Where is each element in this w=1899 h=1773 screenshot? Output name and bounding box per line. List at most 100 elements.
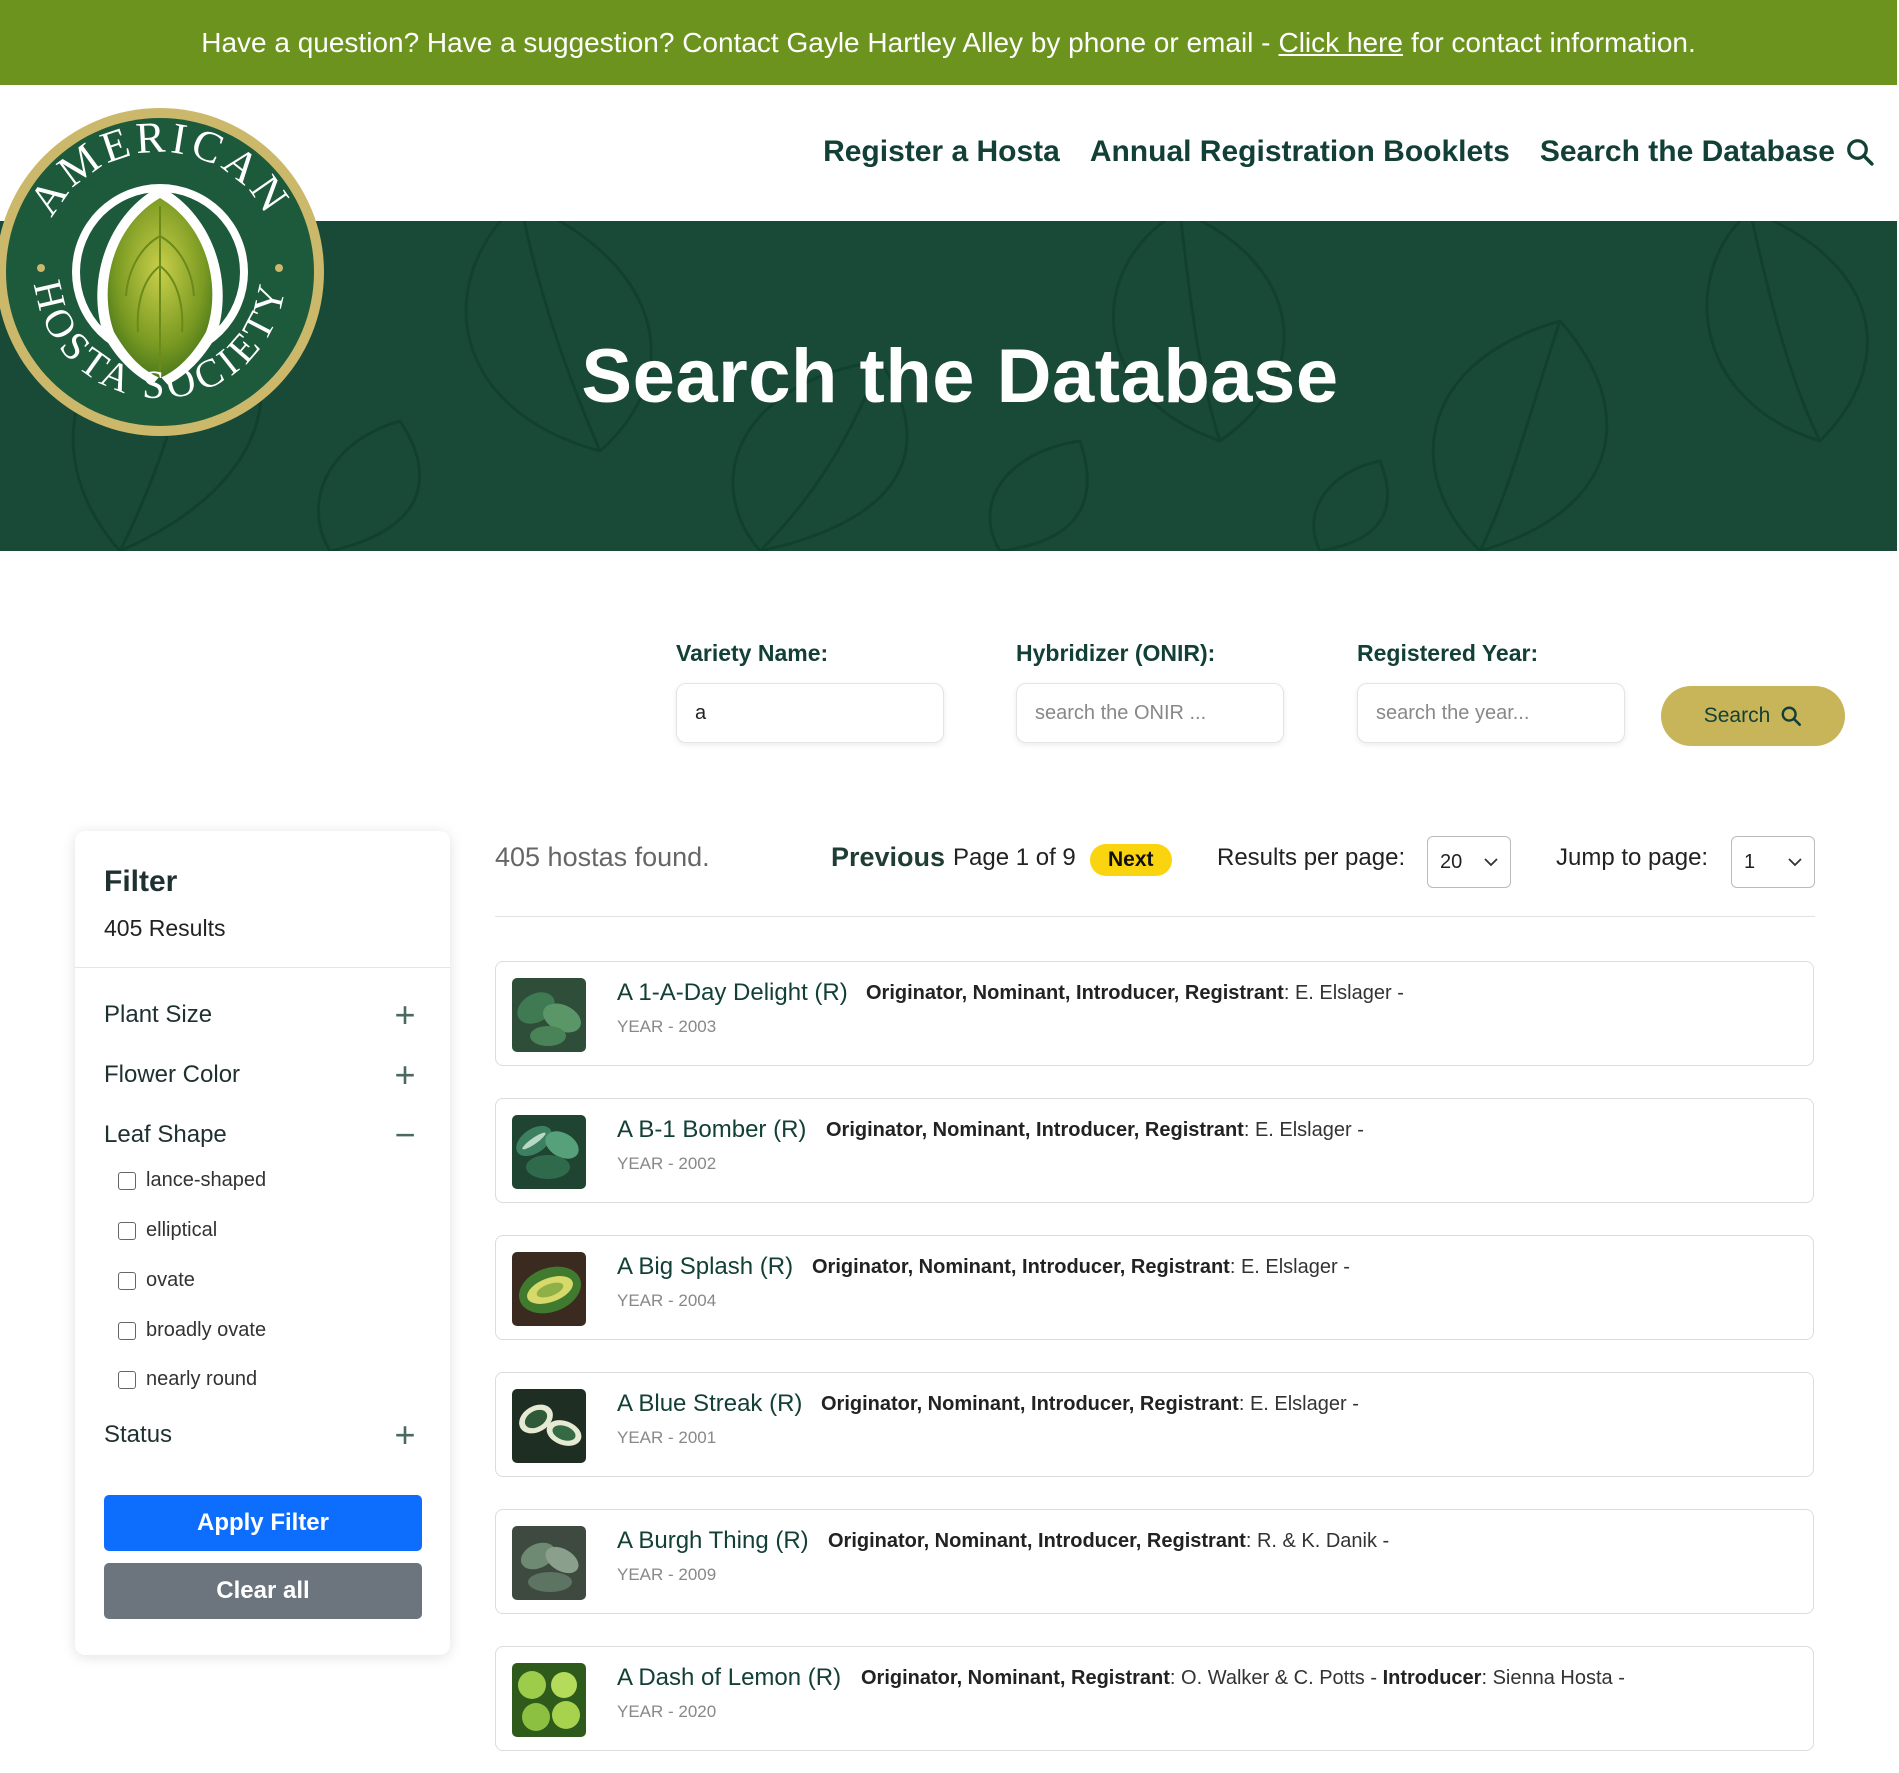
facet-status[interactable]: Status +	[104, 1415, 420, 1455]
hosta-credits: Originator, Nominant, Introducer, Regist…	[821, 1393, 1359, 1416]
hosta-thumbnail	[512, 1252, 586, 1326]
facet-label: Status	[104, 1421, 173, 1448]
clear-all-button[interactable]: Clear all	[104, 1563, 422, 1619]
credit-roles: Originator, Nominant, Introducer, Regist…	[821, 1393, 1239, 1415]
hosta-year: YEAR - 2004	[617, 1291, 717, 1310]
search-form: Variety Name: Hybridizer (ONIR): Registe…	[0, 640, 1897, 750]
jump-to-page-label: Jump to page:	[1556, 844, 1709, 871]
credit-names: : E. Elslager -	[1283, 982, 1404, 1004]
banner-text: Have a question? Have a suggestion? Cont…	[201, 26, 1271, 58]
expand-icon[interactable]: +	[390, 1057, 420, 1093]
jump-to-page-select[interactable]: 1	[1731, 836, 1815, 888]
filter-result-count: 405 Results	[104, 915, 226, 941]
nav-registration-booklets[interactable]: Annual Registration Booklets	[1090, 135, 1510, 169]
leaf-option[interactable]: nearly round	[118, 1368, 257, 1391]
option-label: elliptical	[146, 1219, 218, 1241]
hosta-credits: Originator, Nominant, Introducer, Regist…	[826, 1119, 1364, 1142]
variety-label: Variety Name:	[676, 640, 829, 666]
hosta-thumbnail	[512, 1115, 586, 1189]
apply-filter-button[interactable]: Apply Filter	[104, 1495, 422, 1551]
facet-plant-size[interactable]: Plant Size +	[104, 995, 420, 1035]
nav-search-label: Search the Database	[1539, 135, 1835, 168]
results-count: 405 hostas found.	[495, 842, 710, 872]
page-indicator: Page 1 of 9	[953, 844, 1076, 871]
filter-panel: Filter 405 Results Plant Size + Flower C…	[75, 831, 450, 1655]
leaf-option[interactable]: ovate	[118, 1269, 195, 1292]
facet-leaf-shape[interactable]: Leaf Shape −	[104, 1115, 420, 1155]
checkbox[interactable]	[118, 1271, 136, 1290]
hosta-name[interactable]: A Dash of Lemon (R)	[617, 1664, 841, 1692]
variety-input[interactable]	[676, 683, 944, 743]
nav-search-database[interactable]: Search the Database	[1540, 135, 1875, 169]
credit-roles: Originator, Nominant, Introducer, Regist…	[828, 1530, 1246, 1552]
hosta-name[interactable]: A B-1 Bomber (R)	[617, 1116, 806, 1144]
next-page-button[interactable]: Next	[1090, 844, 1172, 876]
hosta-year: YEAR - 2009	[617, 1565, 717, 1584]
hybridizer-label: Hybridizer (ONIR):	[1016, 640, 1216, 666]
leaf-option[interactable]: lance-shaped	[118, 1169, 266, 1192]
credit-names: : E. Elslager -	[1243, 1119, 1364, 1141]
previous-page-link[interactable]: Previous	[831, 842, 945, 873]
variety-field: Variety Name:	[676, 640, 944, 743]
result-card[interactable]: A B-1 Bomber (R) Originator, Nominant, I…	[495, 1098, 1814, 1203]
ahs-logo[interactable]: AMERICAN HOSTA SOCIETY	[0, 106, 326, 438]
result-card[interactable]: A Blue Streak (R) Originator, Nominant, …	[495, 1372, 1814, 1477]
chevron-down-icon	[1788, 858, 1802, 867]
hosta-name[interactable]: A 1-A-Day Delight (R)	[617, 979, 848, 1007]
hosta-year: YEAR - 2003	[617, 1017, 717, 1036]
hybridizer-field: Hybridizer (ONIR):	[1016, 640, 1284, 743]
select-value: 20	[1440, 850, 1463, 873]
facet-label: Leaf Shape	[104, 1121, 227, 1148]
hosta-thumbnail	[512, 1663, 586, 1737]
hybridizer-input[interactable]	[1016, 683, 1284, 743]
hosta-name[interactable]: A Big Splash (R)	[617, 1253, 793, 1281]
hosta-name[interactable]: A Burgh Thing (R)	[617, 1527, 809, 1555]
expand-icon[interactable]: +	[390, 997, 420, 1033]
hosta-credits: Originator, Nominant, Introducer, Regist…	[866, 982, 1404, 1005]
search-button[interactable]: Search	[1661, 686, 1845, 746]
credit-names: : E. Elslager -	[1238, 1393, 1359, 1415]
result-card[interactable]: A 1-A-Day Delight (R) Originator, Nomina…	[495, 961, 1814, 1066]
contact-banner: Have a question? Have a suggestion? Cont…	[0, 0, 1897, 85]
option-label: lance-shaped	[146, 1169, 267, 1191]
hosta-year: YEAR - 2002	[617, 1154, 717, 1173]
expand-icon[interactable]: +	[390, 1417, 420, 1453]
hosta-credits: Originator, Nominant, Introducer, Regist…	[812, 1256, 1350, 1279]
year-label: Registered Year:	[1357, 640, 1539, 666]
hosta-name[interactable]: A Blue Streak (R)	[617, 1390, 802, 1418]
option-label: ovate	[146, 1269, 195, 1291]
credit-names: : R. & K. Danik -	[1245, 1530, 1390, 1552]
option-label: nearly round	[146, 1368, 258, 1390]
result-card[interactable]: A Big Splash (R) Originator, Nominant, I…	[495, 1235, 1814, 1340]
hosta-thumbnail	[512, 1389, 586, 1463]
result-card[interactable]: A Burgh Thing (R) Originator, Nominant, …	[495, 1509, 1814, 1614]
year-input[interactable]	[1357, 683, 1625, 743]
checkbox[interactable]	[118, 1221, 136, 1240]
hosta-credits: Originator, Nominant, Introducer, Regist…	[828, 1530, 1389, 1553]
results-toolbar: 405 hostas found. Previous Page 1 of 9 N…	[495, 836, 1815, 917]
results-per-page-select[interactable]: 20	[1427, 836, 1511, 888]
hosta-thumbnail	[512, 978, 586, 1052]
leaf-option[interactable]: broadly ovate	[118, 1319, 266, 1342]
credit-names: : E. Elslager -	[1229, 1256, 1350, 1278]
result-card[interactable]: A Dash of Lemon (R) Originator, Nominant…	[495, 1646, 1814, 1751]
credit-roles: Originator, Nominant, Introducer, Regist…	[812, 1256, 1230, 1278]
checkbox[interactable]	[118, 1171, 136, 1190]
facet-flower-color[interactable]: Flower Color +	[104, 1055, 420, 1095]
checkbox[interactable]	[118, 1321, 136, 1340]
option-label: broadly ovate	[146, 1319, 267, 1341]
leaf-option[interactable]: elliptical	[118, 1219, 217, 1242]
checkbox[interactable]	[118, 1370, 136, 1389]
search-icon	[1847, 139, 1874, 166]
credit-roles: Originator, Nominant, Registrant	[861, 1667, 1170, 1689]
nav-register-hosta[interactable]: Register a Hosta	[823, 135, 1060, 169]
contact-link[interactable]: Click here	[1278, 27, 1402, 59]
filter-header: Filter 405 Results	[75, 831, 450, 968]
credit-roles: Originator, Nominant, Introducer, Regist…	[866, 982, 1284, 1004]
credit-names: : O. Walker & C. Potts -	[1169, 1667, 1377, 1689]
collapse-icon[interactable]: −	[390, 1117, 420, 1153]
filter-title: Filter	[104, 865, 178, 898]
facet-label: Flower Color	[104, 1061, 241, 1088]
banner-text-after: for contact information.	[1410, 26, 1696, 58]
credit-roles-2: Introducer	[1382, 1667, 1482, 1689]
